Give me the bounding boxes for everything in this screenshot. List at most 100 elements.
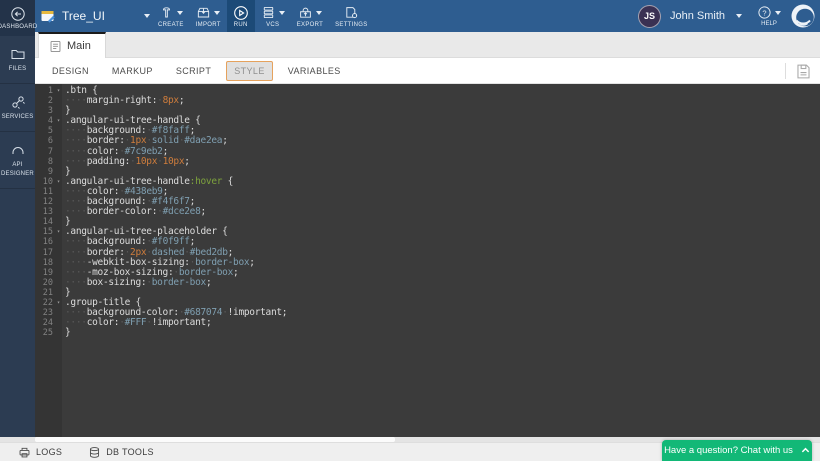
line-number: 14: [35, 217, 62, 227]
line-number: 18: [35, 258, 62, 268]
line-number: 7: [35, 147, 62, 157]
sidebar-item-label: DASHBOARD: [0, 24, 37, 30]
export-button[interactable]: EXPORT: [291, 0, 329, 32]
chevron-down-icon[interactable]: [736, 14, 742, 18]
tab-markup[interactable]: MARKUP: [104, 61, 161, 81]
fold-toggle-icon[interactable]: ▾: [55, 116, 62, 126]
project-selector[interactable]: Tree_UI: [40, 0, 152, 32]
toolbar: CREATE IMPORT: [152, 0, 374, 32]
left-sidebar: FILES SERVICES API DESIGNER: [0, 36, 35, 437]
code-line: }: [65, 328, 820, 338]
fold-toggle-icon[interactable]: ▾: [55, 177, 62, 187]
line-number: 9: [35, 167, 62, 177]
chevron-down-icon: [279, 11, 285, 15]
code-line: ····box-sizing:·border-box;: [65, 278, 820, 288]
printer-icon: [18, 446, 31, 459]
db-tools-button[interactable]: DB TOOLS: [88, 446, 154, 459]
document-icon: [49, 40, 62, 53]
line-number: 1▾: [35, 86, 62, 96]
line-number: 13: [35, 207, 62, 217]
top-bar: Tree_UI CREATE: [0, 0, 820, 32]
line-number: 25: [35, 328, 62, 338]
export-icon: [298, 5, 313, 20]
line-number: 15▾: [35, 227, 62, 237]
line-number: 21: [35, 288, 62, 298]
code-line: ····color:·#FFF·!important;: [65, 318, 820, 328]
sidebar-item-services[interactable]: SERVICES: [0, 84, 35, 132]
file-save-icon[interactable]: [795, 63, 812, 80]
sidebar-item-dashboard[interactable]: DASHBOARD: [0, 0, 35, 36]
line-number: 23: [35, 308, 62, 318]
code-line: ····border-color:·#dce2e8;: [65, 207, 820, 217]
folder-icon: [10, 46, 26, 62]
database-icon: [88, 446, 101, 459]
line-number: 3: [35, 106, 62, 116]
code-area[interactable]: .btn {····margin-right:·8px;}.angular-ui…: [62, 84, 820, 437]
css-code-editor[interactable]: 1▾234▾5678910▾1112131415▾16171819202122▾…: [35, 84, 820, 437]
user-area: JS John Smith ? HELP: [638, 0, 816, 32]
chevron-down-icon: [775, 11, 781, 15]
tab-design[interactable]: DESIGN: [44, 61, 97, 81]
chevron-down-icon: [144, 14, 150, 18]
arc-icon: [10, 142, 26, 158]
wavemaker-studio: Tree_UI CREATE: [0, 0, 820, 461]
avatar[interactable]: JS: [638, 5, 661, 28]
wavemaker-logo-icon: [790, 3, 816, 29]
import-button[interactable]: IMPORT: [190, 0, 227, 32]
back-circle-icon: [10, 6, 26, 22]
chevron-up-icon: [801, 446, 810, 455]
run-button[interactable]: RUN: [227, 0, 255, 32]
vcs-button[interactable]: VCS: [255, 0, 291, 32]
tab-main[interactable]: Main: [38, 32, 106, 58]
user-name[interactable]: John Smith: [670, 10, 725, 22]
line-number: 20: [35, 278, 62, 288]
code-line: ····border:·1px·solid·#dae2ea;: [65, 136, 820, 146]
tab-script[interactable]: SCRIPT: [168, 61, 219, 81]
code-line: .angular-ui-tree-handle:hover {: [65, 177, 820, 187]
help-icon: ?: [757, 5, 772, 20]
fold-toggle-icon[interactable]: ▾: [55, 298, 62, 308]
fold-toggle-icon[interactable]: ▾: [55, 86, 62, 96]
code-line: ····padding:·10px·10px;: [65, 157, 820, 167]
project-icon: [40, 8, 56, 24]
hammer-icon: [159, 5, 174, 20]
chevron-down-icon: [214, 11, 220, 15]
play-icon: [233, 5, 249, 21]
vcs-stack-icon: [261, 5, 276, 20]
settings-button[interactable]: SETTINGS: [329, 0, 373, 32]
divider: [785, 63, 786, 79]
line-number: 19: [35, 268, 62, 278]
line-number: 2: [35, 96, 62, 106]
line-number: 4▾: [35, 116, 62, 126]
settings-icon: [344, 5, 359, 20]
line-number: 11: [35, 187, 62, 197]
editor-mode-tabs: DESIGN MARKUP SCRIPT STYLE VARIABLES: [35, 58, 820, 84]
chevron-down-icon: [316, 11, 322, 15]
line-number: 22▾: [35, 298, 62, 308]
code-line: }: [65, 288, 820, 298]
help-menu[interactable]: ? HELP: [757, 5, 781, 27]
tab-variables[interactable]: VARIABLES: [280, 61, 349, 81]
chevron-down-icon: [177, 11, 183, 15]
fold-toggle-icon[interactable]: ▾: [55, 227, 62, 237]
line-number: 24: [35, 318, 62, 328]
page-tab-bar: Main: [35, 32, 820, 58]
link-icon: [10, 94, 26, 110]
chat-widget-button[interactable]: Have a question? Chat with us: [662, 440, 812, 461]
line-number: 17: [35, 248, 62, 258]
code-line: ····margin-right:·8px;: [65, 96, 820, 106]
project-name: Tree_UI: [62, 9, 105, 23]
sidebar-item-api-designer[interactable]: API DESIGNER: [0, 132, 35, 189]
line-number: 16: [35, 237, 62, 247]
svg-text:?: ?: [762, 8, 766, 17]
line-number: 6: [35, 136, 62, 146]
logs-button[interactable]: LOGS: [18, 446, 62, 459]
tab-style[interactable]: STYLE: [226, 61, 273, 81]
create-button[interactable]: CREATE: [152, 0, 190, 32]
line-number: 12: [35, 197, 62, 207]
import-icon: [196, 5, 211, 20]
line-number: 8: [35, 157, 62, 167]
line-number-gutter: 1▾234▾5678910▾1112131415▾16171819202122▾…: [35, 84, 62, 437]
line-number: 10▾: [35, 177, 62, 187]
sidebar-item-files[interactable]: FILES: [0, 36, 35, 84]
